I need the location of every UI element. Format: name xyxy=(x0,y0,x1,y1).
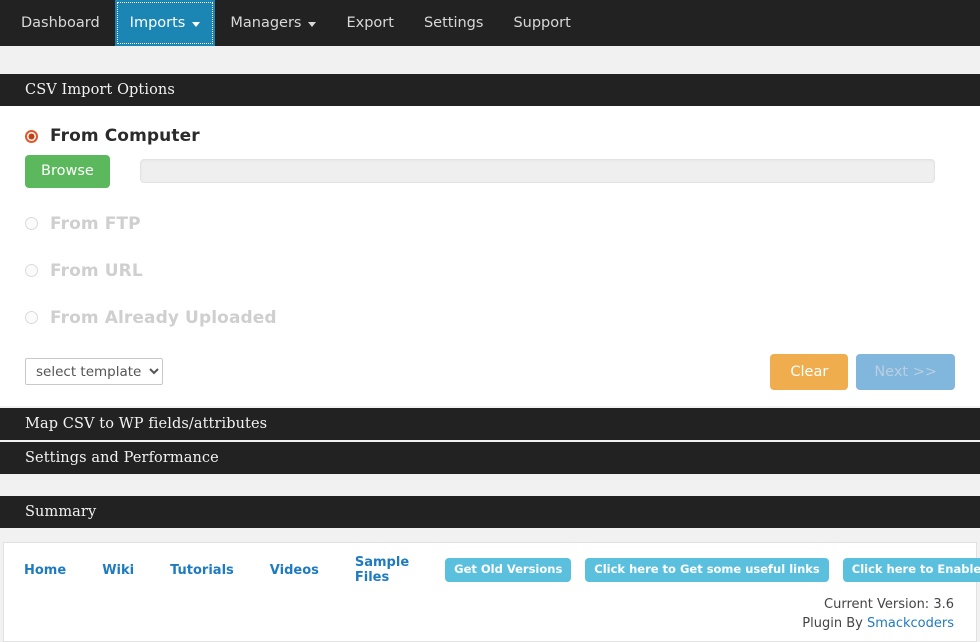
file-upload-row: Browse xyxy=(25,155,955,188)
footer-link-wiki[interactable]: Wiki xyxy=(102,563,134,578)
nav-item-label: Export xyxy=(346,15,394,31)
nav-item-settings[interactable]: Settings xyxy=(409,0,498,46)
radio-option-from-ftp[interactable]: From FTP xyxy=(25,214,955,234)
summary-spacer xyxy=(0,474,980,496)
badge-enable-disabled-module[interactable]: Click here to Enable any disabled module xyxy=(842,558,980,582)
radio-unselected-icon[interactable] xyxy=(25,311,38,324)
footer-badges: Get Old Versions Click here to Get some … xyxy=(445,558,980,582)
footer-link-videos[interactable]: Videos xyxy=(270,563,319,578)
nav-item-label: Imports xyxy=(129,15,186,31)
radio-option-from-url[interactable]: From URL xyxy=(25,261,955,281)
template-select[interactable]: select template xyxy=(25,358,163,386)
chevron-down-icon xyxy=(308,21,317,27)
chevron-down-icon xyxy=(192,21,201,27)
section-title: Map CSV to WP fields/attributes xyxy=(25,416,268,432)
section-title: Summary xyxy=(25,504,97,520)
nav-item-dashboard[interactable]: Dashboard xyxy=(6,0,115,46)
browse-button[interactable]: Browse xyxy=(25,155,110,188)
footer-link-home[interactable]: Home xyxy=(24,563,66,578)
nav-item-export[interactable]: Export xyxy=(331,0,408,46)
nav-item-label: Managers xyxy=(230,15,302,31)
nav-item-managers[interactable]: Managers xyxy=(215,0,331,46)
radio-unselected-icon[interactable] xyxy=(25,264,38,277)
clear-button[interactable]: Clear xyxy=(770,353,849,390)
action-button-group: Clear Next >> xyxy=(770,353,955,390)
section-header-summary[interactable]: Summary xyxy=(0,496,980,528)
radio-label-from-url: From URL xyxy=(50,260,143,281)
plugin-by-prefix: Plugin By xyxy=(802,616,867,631)
radio-option-from-already-uploaded[interactable]: From Already Uploaded xyxy=(25,308,955,328)
badge-get-old-versions[interactable]: Get Old Versions xyxy=(445,558,572,582)
nav-content-spacer xyxy=(0,46,980,74)
nav-item-imports[interactable]: Imports xyxy=(114,0,216,46)
radio-option-from-computer[interactable]: From Computer xyxy=(25,126,955,146)
footer-link-tutorials[interactable]: Tutorials xyxy=(170,563,234,578)
nav-item-label: Support xyxy=(513,15,571,31)
badge-useful-links[interactable]: Click here to Get some useful links xyxy=(585,558,829,582)
footer-spacer xyxy=(0,528,980,542)
radio-label-from-already-uploaded: From Already Uploaded xyxy=(50,307,277,328)
footer-link-sample-files[interactable]: Sample Files xyxy=(355,555,409,585)
section-header-map-csv[interactable]: Map CSV to WP fields/attributes xyxy=(0,408,980,440)
nav-item-label: Settings xyxy=(423,15,484,31)
radio-label-from-ftp: From FTP xyxy=(50,213,141,234)
top-navigation-bar: Dashboard Imports Managers Export Settin… xyxy=(0,0,980,46)
footer-version-block: Current Version: 3.6 Plugin By Smackcode… xyxy=(802,595,954,633)
smackcoders-link[interactable]: Smackcoders xyxy=(867,616,954,631)
nav-item-label: Dashboard xyxy=(21,15,100,31)
option-spacer xyxy=(25,238,955,261)
file-path-input[interactable] xyxy=(139,159,935,184)
section-header-settings-performance[interactable]: Settings and Performance xyxy=(0,442,980,474)
radio-selected-icon[interactable] xyxy=(25,129,38,143)
current-version-text: Current Version: 3.6 xyxy=(824,597,954,612)
section-title: CSV Import Options xyxy=(25,82,175,98)
plugin-by-line: Plugin By Smackcoders xyxy=(802,614,954,633)
csv-import-options-body: From Computer Browse From FTP From URL F… xyxy=(0,106,980,406)
section-title: Settings and Performance xyxy=(25,450,219,466)
radio-unselected-icon[interactable] xyxy=(25,217,38,230)
footer-links: Home Wiki Tutorials Videos Sample Files xyxy=(24,555,445,585)
nav-item-support[interactable]: Support xyxy=(498,0,585,46)
footer-top-row: Home Wiki Tutorials Videos Sample Files … xyxy=(24,543,980,585)
radio-label-from-computer: From Computer xyxy=(50,126,200,146)
import-controls-row: select template Clear Next >> xyxy=(25,353,955,390)
section-header-csv-import-options[interactable]: CSV Import Options xyxy=(0,74,980,106)
next-button[interactable]: Next >> xyxy=(856,353,955,390)
page-footer: Home Wiki Tutorials Videos Sample Files … xyxy=(3,542,980,642)
option-spacer xyxy=(25,285,955,308)
